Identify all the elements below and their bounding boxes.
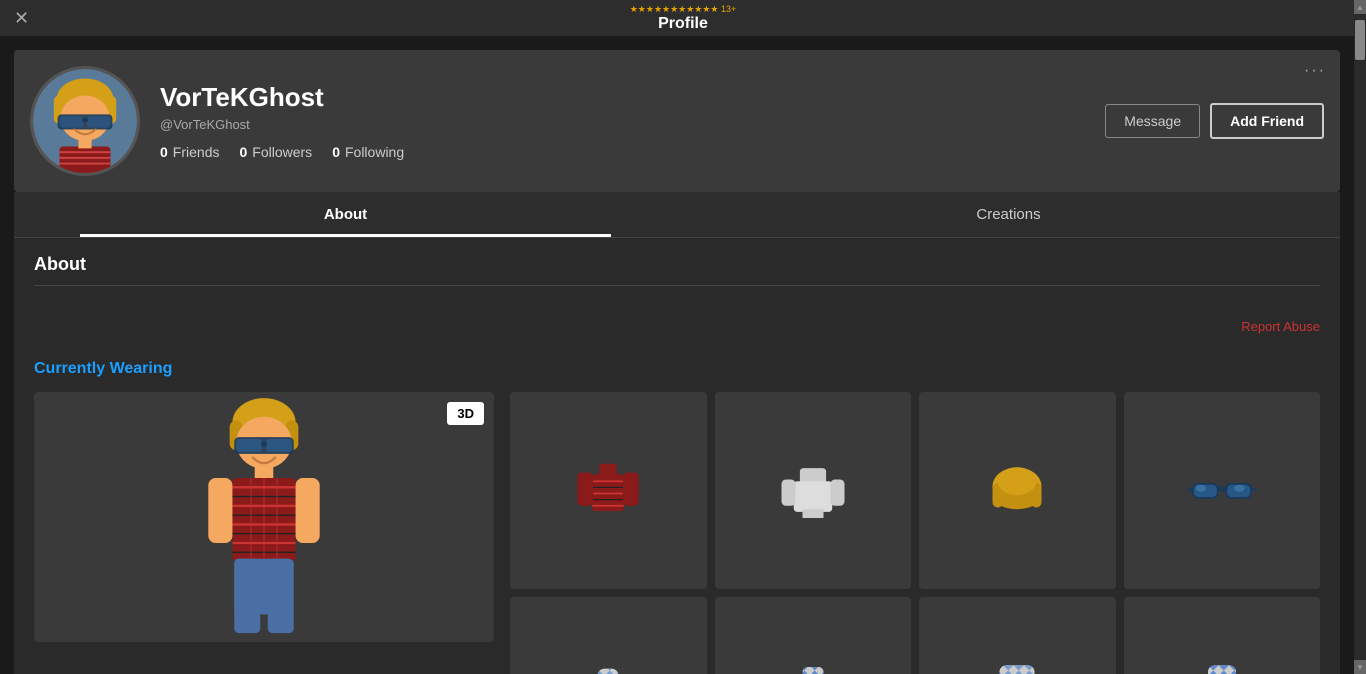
add-friend-button[interactable]: Add Friend: [1210, 103, 1324, 139]
avatar-3d-container: 3D: [34, 392, 494, 642]
toggle-3d-button[interactable]: 3D: [447, 402, 484, 425]
items-grid: [510, 392, 1320, 674]
item-glasses-icon: [1187, 455, 1257, 525]
scrollbar-thumb[interactable]: [1355, 20, 1365, 60]
item-torso-icon: [778, 455, 848, 525]
about-title: About: [34, 254, 1320, 275]
list-item[interactable]: [1124, 597, 1321, 674]
item-leg-right-icon: [778, 660, 848, 674]
item-arm-left-icon: [573, 660, 643, 674]
list-item[interactable]: [510, 392, 707, 589]
followers-label[interactable]: Followers: [252, 144, 312, 160]
following-label[interactable]: Following: [345, 144, 404, 160]
scrollbar-up-button[interactable]: [1354, 0, 1366, 14]
avatar-3d-figure: [164, 392, 364, 642]
message-button[interactable]: Message: [1105, 104, 1200, 138]
list-item[interactable]: [715, 597, 912, 674]
following-count: 0: [332, 144, 340, 160]
tabs-container: About Creations: [14, 192, 1340, 238]
item-hair-icon: [982, 455, 1052, 525]
close-icon: ✕: [14, 8, 29, 28]
profile-card: VorTeKGhost @VorTeKGhost 0 Friends 0 Fol…: [14, 50, 1340, 192]
about-divider: [34, 285, 1320, 286]
followers-stat: 0 Followers: [239, 144, 312, 160]
scrollbar-track: [1354, 0, 1366, 674]
tab-creations[interactable]: Creations: [677, 192, 1340, 237]
item-accessory-icon: [1187, 660, 1257, 674]
list-item[interactable]: [715, 392, 912, 589]
wearing-content: 3D: [34, 392, 1320, 674]
avatar-image: [33, 69, 137, 173]
friends-stat: 0 Friends: [160, 144, 219, 160]
wearing-title: Currently Wearing: [34, 360, 1320, 378]
profile-stats: 0 Friends 0 Followers 0 Following: [160, 144, 1085, 160]
following-stat: 0 Following: [332, 144, 404, 160]
age-rating: ★★★★★★★★★★★ 13+: [630, 4, 737, 15]
user-handle: @VorTeKGhost: [160, 117, 1085, 132]
more-options-button[interactable]: ···: [1304, 62, 1326, 80]
item-leg-left-icon: [982, 660, 1052, 674]
item-shirt-icon: [573, 455, 643, 525]
report-abuse-container: Report Abuse: [14, 312, 1340, 346]
username: VorTeKGhost: [160, 82, 1085, 113]
report-abuse-link[interactable]: Report Abuse: [1241, 319, 1320, 334]
friends-count: 0: [160, 144, 168, 160]
profile-info: VorTeKGhost @VorTeKGhost 0 Friends 0 Fol…: [160, 82, 1085, 160]
list-item[interactable]: [919, 597, 1116, 674]
top-bar: ✕ ★★★★★★★★★★★ 13+ Profile: [0, 0, 1366, 36]
page-title: Profile: [658, 15, 708, 33]
avatar: [30, 66, 140, 176]
list-item[interactable]: [1124, 392, 1321, 589]
scrollbar-down-button[interactable]: [1354, 660, 1366, 674]
list-item[interactable]: [919, 392, 1116, 589]
followers-count: 0: [239, 144, 247, 160]
tab-about-label: About: [324, 206, 367, 223]
about-section: About: [14, 238, 1340, 312]
list-item[interactable]: [510, 597, 707, 674]
tab-about[interactable]: About: [14, 192, 677, 237]
friends-label[interactable]: Friends: [173, 144, 220, 160]
wearing-section: Currently Wearing: [14, 346, 1340, 674]
main-content: VorTeKGhost @VorTeKGhost 0 Friends 0 Fol…: [0, 36, 1354, 674]
profile-actions: Message Add Friend: [1105, 103, 1324, 139]
tab-creations-label: Creations: [976, 206, 1040, 223]
close-button[interactable]: ✕: [14, 9, 29, 27]
